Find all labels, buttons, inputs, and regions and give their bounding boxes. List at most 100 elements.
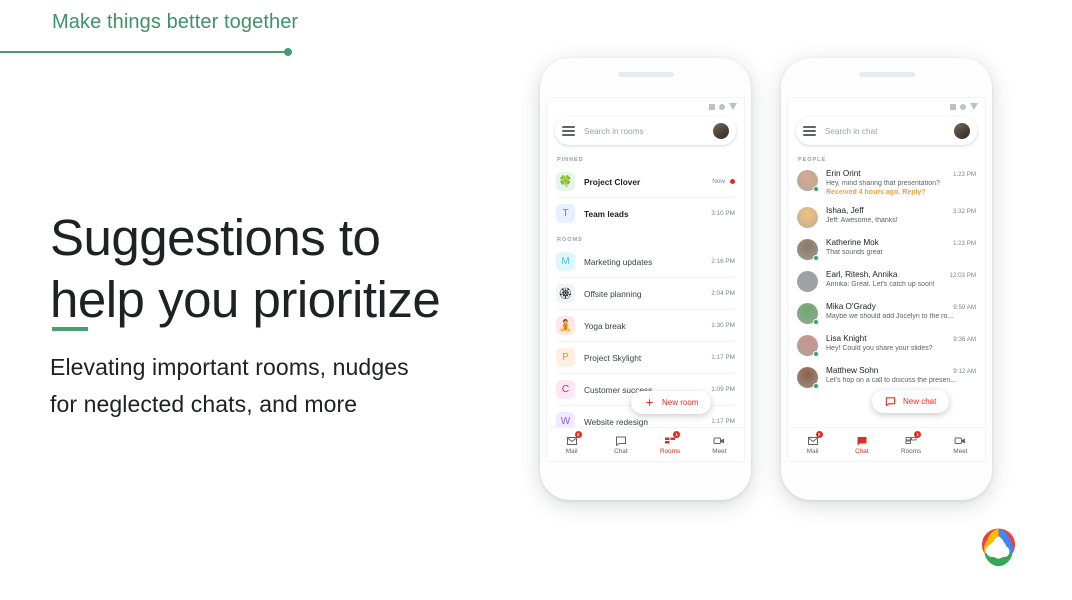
chat-item-header: Earl, Ritesh, Annika 12:03 PM	[826, 270, 976, 279]
contact-avatar	[797, 303, 819, 325]
chat-list-item[interactable]: Erin Orint 1:23 PM Hey, mind sharing that …	[788, 164, 985, 201]
contact-name: Erin Orint	[826, 169, 861, 178]
contact-avatar	[797, 367, 819, 389]
section-label-rooms: ROOMS	[557, 237, 583, 243]
header-rule-dot	[284, 48, 292, 56]
user-avatar[interactable]	[713, 123, 729, 139]
google-cloud-logo	[981, 528, 1016, 567]
room-name: Project Clover	[584, 176, 641, 187]
hamburger-icon[interactable]	[562, 126, 575, 136]
nav-item-label: Chat	[855, 448, 869, 455]
search-input-rooms[interactable]: Search in rooms	[584, 127, 713, 136]
bottom-nav-chat: 2 Mail Chat 1 Rooms Meet	[788, 427, 985, 461]
room-list-item[interactable]: 🍀 Project Clover Now	[547, 166, 744, 197]
room-list-item[interactable]: 🧘 Yoga break 1:30 PM	[547, 310, 744, 341]
room-name: Marketing updates	[584, 256, 653, 267]
chat-preview-message: Annika: Great. Let's catch up soon!	[826, 281, 935, 288]
nudge-suggestion[interactable]: Received 4 hours ago. Reply?	[826, 189, 976, 196]
chat-item-body: Earl, Ritesh, Annika 12:03 PM Annika: Grea…	[826, 270, 976, 288]
room-name: Yoga break	[584, 320, 626, 331]
new-room-button[interactable]: New room	[631, 391, 712, 414]
contact-avatar	[797, 170, 819, 192]
room-list-item[interactable]: M Marketing updates 2:16 PM	[547, 246, 744, 277]
room-timestamp: 3:10 PM	[711, 210, 735, 217]
contact-avatar	[797, 271, 818, 292]
nav-item-meet[interactable]: Meet	[695, 434, 744, 455]
room-list-item[interactable]: T Team leads 3:10 PM	[547, 198, 744, 229]
user-avatar[interactable]	[954, 123, 970, 139]
room-name: Offsite planning	[584, 288, 642, 299]
chat-list-item[interactable]: Matthew Sohn 9:12 AM Let's hop on a call t…	[788, 361, 985, 393]
chat-list-item[interactable]: Katherine Mok 1:23 PM That sounds great	[788, 233, 985, 265]
chat-timestamp: 1:23 PM	[952, 240, 976, 247]
subcopy-line-1: Elevating important rooms, nudges	[50, 354, 409, 380]
phone-speaker	[858, 72, 915, 77]
chat-item-header: Erin Orint 1:23 PM	[826, 169, 976, 178]
status-circle-icon	[960, 103, 966, 110]
chat-item-body: Katherine Mok 1:23 PM That sounds great	[826, 238, 976, 256]
room-timestamp: Now	[712, 178, 725, 185]
room-timestamp: 2:04 PM	[711, 290, 735, 297]
contact-name: Earl, Ritesh, Annika	[826, 270, 898, 279]
search-input-chat[interactable]: Search in chat	[825, 127, 954, 136]
nav-item-rooms[interactable]: 1 Rooms	[887, 431, 936, 455]
chat-preview-message: That sounds great	[826, 249, 883, 256]
chat-item-header: Katherine Mok 1:23 PM	[826, 238, 976, 247]
contact-avatar	[797, 207, 818, 228]
search-bar-rooms[interactable]: Search in rooms	[555, 117, 736, 145]
status-triangle-icon	[970, 103, 978, 110]
accent-dash	[52, 327, 88, 331]
room-avatar-tile: 🍀	[556, 172, 575, 191]
chat-list-item[interactable]: Ishaa, Jeff 3:32 PM Jeff: Awesome, thanks!	[788, 201, 985, 233]
chat-list-item[interactable]: Mika O'Grady 9:59 AM Maybe we should add J…	[788, 297, 985, 329]
chat-timestamp: 3:32 PM	[952, 208, 976, 215]
room-timestamp: 1:09 PM	[711, 386, 735, 393]
contact-name: Matthew Sohn	[826, 366, 879, 375]
new-room-label: New room	[662, 398, 699, 407]
chat-preview-message: Hey, mind sharing that presentation?	[826, 180, 940, 187]
room-timestamp: 1:17 PM	[711, 354, 735, 361]
nav-item-mail[interactable]: 2 Mail	[547, 431, 596, 455]
room-avatar-tile: P	[556, 348, 575, 367]
chat-list-item[interactable]: Earl, Ritesh, Annika 12:03 PM Annika: Grea…	[788, 265, 985, 297]
search-bar-chat[interactable]: Search in chat	[796, 117, 977, 145]
chat-item-header: Ishaa, Jeff 3:32 PM	[826, 206, 976, 215]
phone-mockup-rooms: Search in rooms PINNED 🍀 Project Clover No…	[540, 58, 751, 500]
rooms-pinned-list: 🍀 Project Clover Now T Team leads 3:10 PM	[547, 166, 744, 229]
room-list-item[interactable]: 🏵 Offsite planning 2:04 PM	[547, 278, 744, 309]
section-label-pinned: PINNED	[557, 157, 584, 163]
chat-preview-message: Maybe we should add Jocelyn to the ro...	[826, 313, 954, 320]
status-circle-icon	[719, 103, 725, 110]
nav-item-chat[interactable]: Chat	[837, 434, 886, 455]
contact-avatar	[797, 335, 819, 357]
notification-badge: 2	[574, 431, 582, 438]
plus-icon	[646, 399, 653, 406]
chat-icon	[614, 434, 628, 446]
chat-timestamp: 1:23 PM	[952, 171, 976, 178]
hamburger-icon[interactable]	[803, 126, 816, 136]
phone-speaker	[617, 72, 674, 77]
nav-item-mail[interactable]: 2 Mail	[788, 431, 837, 455]
nav-item-label: Rooms	[660, 448, 681, 455]
page-title: Suggestions to help you prioritize	[50, 207, 510, 331]
chat-list-item[interactable]: Lisa Knight 9:36 AM Hey! Could you share y…	[788, 329, 985, 361]
headline-line-2: help you prioritize	[50, 271, 441, 328]
nav-item-rooms[interactable]: 1 Rooms	[646, 431, 695, 455]
contact-name: Katherine Mok	[826, 238, 879, 247]
nav-item-label: Meet	[712, 448, 727, 455]
new-chat-button[interactable]: New chat	[872, 390, 950, 413]
mail-icon: 2	[806, 431, 823, 446]
room-avatar-tile: 🏵	[556, 284, 575, 303]
chat-icon	[855, 434, 869, 446]
chat-item-body: Erin Orint 1:23 PM Hey, mind sharing that …	[826, 169, 976, 196]
room-list-item[interactable]: P Project Skylight 1:17 PM	[547, 342, 744, 373]
nav-item-chat[interactable]: Chat	[596, 434, 645, 455]
presence-indicator	[813, 351, 819, 357]
chat-item-header: Mika O'Grady 9:59 AM	[826, 302, 976, 311]
chat-preview-message: Let's hop on a call to discuss the prese…	[826, 377, 957, 384]
nav-item-meet[interactable]: Meet	[936, 434, 985, 455]
subcopy-line-2: for neglected chats, and more	[50, 391, 358, 417]
room-name: Website redesign	[584, 416, 648, 427]
mail-icon: 2	[565, 431, 582, 446]
rooms-icon: 1	[663, 431, 681, 446]
